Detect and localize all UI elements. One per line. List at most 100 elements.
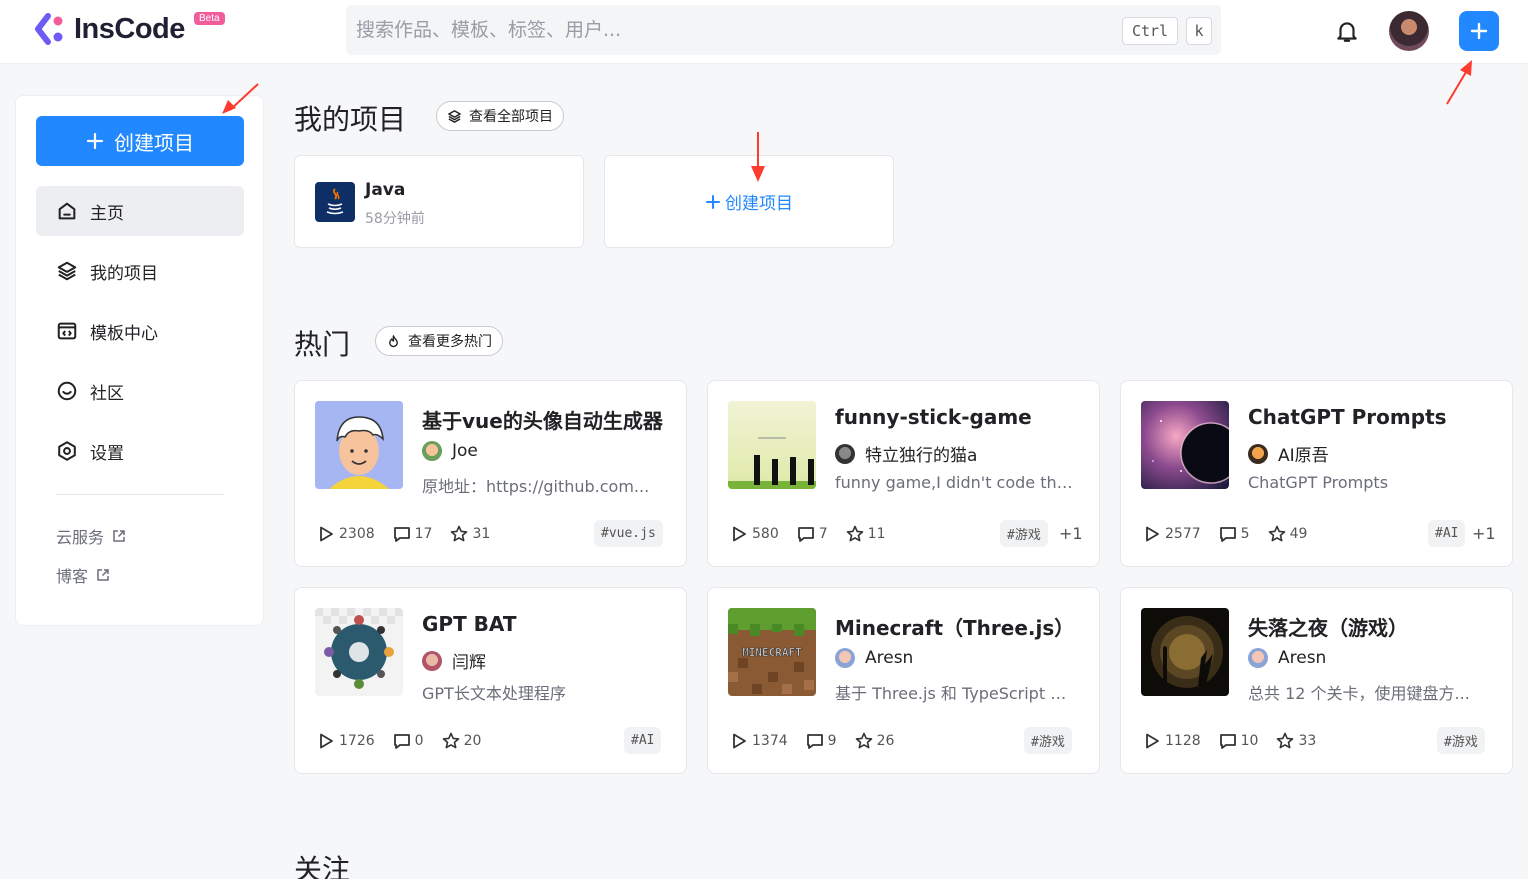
card-tag[interactable]: #游戏: [1024, 727, 1072, 754]
inscode-logo[interactable]: InsCode Beta: [34, 12, 225, 46]
project-name: Java: [365, 180, 406, 200]
thumbnail: [1141, 401, 1229, 489]
play-icon: [320, 733, 333, 749]
minecraft-thumb-text: MINECRAFT: [742, 646, 802, 659]
sidebar-item-label: 主页: [90, 203, 124, 224]
search-bar[interactable]: Ctrl k: [346, 5, 1221, 55]
comment-icon: [393, 527, 410, 542]
card-author[interactable]: 特立独行的猫a: [835, 441, 977, 466]
link-cloud-service[interactable]: 云服务: [56, 524, 126, 548]
comment-count: 10: [1240, 733, 1259, 749]
fire-icon: [389, 334, 398, 347]
layers-icon: [57, 261, 77, 281]
card-author[interactable]: Aresn: [1248, 648, 1326, 668]
hot-title: 热门: [294, 328, 351, 361]
card-author[interactable]: AI原吾: [1248, 441, 1329, 466]
community-icon: [57, 381, 77, 401]
top-header: InsCode Beta Ctrl k: [0, 0, 1528, 64]
card-stats: 1128 10 33: [1143, 732, 1316, 750]
card-title: ChatGPT Prompts: [1248, 405, 1447, 429]
run-count: 1374: [752, 733, 788, 749]
java-icon: [315, 182, 355, 222]
external-link-icon: [113, 530, 125, 542]
star-icon[interactable]: [1268, 525, 1286, 543]
star-icon[interactable]: [855, 732, 873, 750]
author-name: Joe: [452, 441, 478, 461]
card-tag[interactable]: #游戏: [1437, 727, 1485, 754]
card-author[interactable]: 闫辉: [422, 648, 486, 673]
author-name: Aresn: [1278, 648, 1327, 668]
sidebar-item-my-projects[interactable]: 我的项目: [36, 246, 244, 296]
card-author[interactable]: Joe: [422, 441, 478, 461]
more-tags-count[interactable]: +1: [1472, 524, 1496, 543]
external-link-icon: [97, 569, 109, 581]
logo-text: InsCode: [74, 12, 185, 45]
create-button-label: 创建项目: [114, 130, 194, 155]
my-projects-title: 我的项目: [294, 103, 407, 136]
star-count: 20: [463, 733, 482, 749]
hot-card[interactable]: GPT BAT 闫辉 GPT长文本处理程序 1726 0 20 #AI: [294, 587, 687, 774]
sidebar-create-button[interactable]: 创建项目: [36, 116, 244, 166]
star-icon[interactable]: [442, 732, 460, 750]
hot-card[interactable]: 基于vue的头像自动生成器 Joe 原地址：https://github.com…: [294, 380, 687, 567]
comment-count: 7: [818, 526, 828, 542]
annotation-arrow-icon: [222, 83, 259, 114]
run-count: 1128: [1165, 733, 1201, 749]
star-count: 11: [867, 526, 886, 542]
thumbnail: [315, 401, 403, 489]
thumbnail: MINECRAFT: [728, 608, 816, 696]
comment-count: 0: [414, 733, 424, 749]
header-create-button[interactable]: [1459, 11, 1499, 51]
thumbnail: [1141, 608, 1229, 696]
author-avatar: [1248, 648, 1268, 668]
sidebar-item-community[interactable]: 社区: [36, 366, 244, 416]
kbd-ctrl: Ctrl: [1122, 17, 1178, 45]
link-blog[interactable]: 博客: [56, 563, 110, 587]
star-icon[interactable]: [450, 525, 468, 543]
card-description: GPT长文本处理程序: [422, 684, 566, 703]
sidebar-item-settings[interactable]: 设置: [36, 426, 244, 476]
author-avatar: [422, 441, 442, 461]
sidebar-item-templates[interactable]: 模板中心: [36, 306, 244, 356]
home-icon: [58, 202, 76, 220]
layers-icon: [448, 109, 461, 123]
thumbnail: [315, 608, 403, 696]
star-icon[interactable]: [846, 525, 864, 543]
play-icon: [320, 526, 333, 542]
card-tag[interactable]: #游戏: [1000, 520, 1048, 547]
hot-card[interactable]: ChatGPT Prompts AI原吾 ChatGPT Prompts 257…: [1120, 380, 1513, 567]
hot-card[interactable]: MINECRAFT Minecraft（Three.js） Aresn 基于 T…: [707, 587, 1100, 774]
hot-card[interactable]: funny-stick-game 特立独行的猫a funny game,I di…: [707, 380, 1100, 567]
pill-label: 查看更多热门: [408, 334, 492, 350]
view-more-hot-button[interactable]: 查看更多热门: [375, 326, 503, 356]
card-stats: 1374 9 26: [730, 732, 894, 750]
search-input[interactable]: [356, 5, 1096, 55]
card-tag[interactable]: #AI: [1428, 520, 1466, 547]
comment-count: 9: [827, 733, 837, 749]
plus-icon: [86, 132, 104, 150]
create-project-label: 创建项目: [725, 194, 793, 214]
view-all-projects-button[interactable]: 查看全部项目: [436, 101, 564, 131]
sidebar-item-home[interactable]: 主页: [36, 186, 244, 236]
card-author[interactable]: Aresn: [835, 648, 913, 668]
author-avatar: [835, 648, 855, 668]
play-icon: [1146, 733, 1159, 749]
logo-mark-icon: [35, 13, 63, 45]
follow-title: 关注: [294, 853, 351, 879]
card-title: 失落之夜（游戏）: [1248, 616, 1408, 640]
more-tags-count[interactable]: +1: [1059, 524, 1083, 543]
card-tag[interactable]: #vue.js: [594, 520, 663, 547]
user-avatar[interactable]: [1389, 11, 1429, 51]
card-title: GPT BAT: [422, 612, 517, 636]
comment-icon: [1219, 527, 1236, 542]
card-stats: 1726 0 20: [317, 732, 481, 750]
card-tag[interactable]: #AI: [624, 727, 662, 754]
bell-icon[interactable]: [1334, 18, 1360, 44]
run-count: 1726: [339, 733, 375, 749]
project-time: 58分钟前: [365, 211, 425, 227]
hot-card[interactable]: 失落之夜（游戏） Aresn 总共 12 个关卡，使用键盘方... 1128 1…: [1120, 587, 1513, 774]
run-count: 580: [752, 526, 779, 542]
project-card-java[interactable]: Java 58分钟前: [294, 155, 584, 248]
run-count: 2577: [1165, 526, 1201, 542]
star-icon[interactable]: [1276, 732, 1294, 750]
